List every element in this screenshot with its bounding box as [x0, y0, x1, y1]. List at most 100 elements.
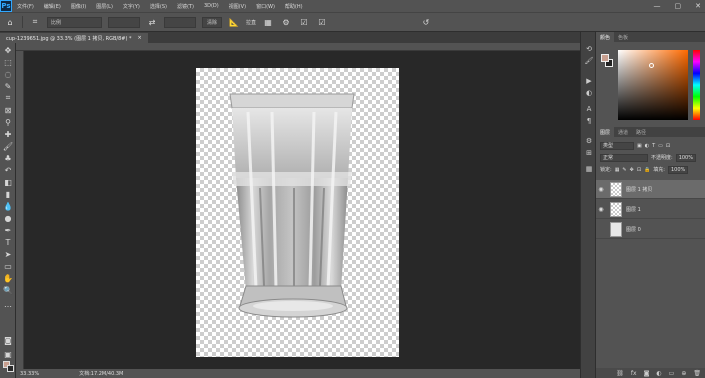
- brush-tool-icon[interactable]: 🖌: [2, 141, 14, 151]
- new-adjustment-icon[interactable]: ◐: [656, 370, 661, 377]
- quick-mask-icon[interactable]: ◙: [2, 335, 14, 345]
- paragraph-panel-icon[interactable]: ¶: [584, 116, 594, 126]
- zoom-level[interactable]: 33.33%: [20, 371, 39, 377]
- color-panel-foreground-swatch[interactable]: [601, 54, 609, 62]
- lock-position-icon[interactable]: ✥: [630, 167, 634, 173]
- clone-stamp-tool-icon[interactable]: ♣: [2, 153, 14, 163]
- clear-button[interactable]: 清除: [202, 16, 222, 28]
- menu-3d[interactable]: 3D(D): [199, 3, 224, 9]
- grid-overlay-icon[interactable]: ▦: [262, 16, 274, 28]
- minimize-button[interactable]: —: [654, 2, 661, 10]
- crop-tool-icon[interactable]: ⌗: [2, 93, 14, 103]
- zoom-tool-icon[interactable]: 🔍: [2, 285, 14, 295]
- dodge-tool-icon[interactable]: ●: [2, 213, 14, 223]
- tab-channels[interactable]: 通道: [614, 127, 632, 137]
- lock-pixels-icon[interactable]: ▦: [615, 167, 620, 173]
- history-brush-tool-icon[interactable]: ↶: [2, 165, 14, 175]
- frame-tool-icon[interactable]: ⊠: [2, 105, 14, 115]
- tab-paths[interactable]: 路径: [632, 127, 650, 137]
- reset-icon[interactable]: ↺: [420, 16, 432, 28]
- path-select-tool-icon[interactable]: ➤: [2, 249, 14, 259]
- tab-swatches[interactable]: 色板: [614, 32, 632, 42]
- layer-name[interactable]: 图层 1: [626, 206, 641, 213]
- add-mask-icon[interactable]: ◙: [644, 370, 650, 377]
- close-button[interactable]: ✕: [695, 2, 701, 10]
- menu-window[interactable]: 窗口(W): [251, 3, 280, 10]
- adjustments-icon[interactable]: ◐: [584, 88, 594, 98]
- settings-gear-icon[interactable]: ⚙: [280, 16, 292, 28]
- layer-name[interactable]: 图层 0: [626, 226, 641, 233]
- height-input[interactable]: [164, 16, 196, 28]
- filter-shape-icon[interactable]: ▭: [658, 143, 663, 149]
- filter-adjust-icon[interactable]: ◐: [645, 143, 649, 149]
- marquee-tool-icon[interactable]: ⬚: [2, 57, 14, 67]
- fill-input[interactable]: 100%: [667, 165, 689, 174]
- filter-smart-icon[interactable]: ⊡: [666, 143, 670, 149]
- eyedropper-tool-icon[interactable]: ⚲: [2, 117, 14, 127]
- move-tool-icon[interactable]: ✥: [2, 45, 14, 55]
- type-tool-icon[interactable]: T: [2, 237, 14, 247]
- home-icon[interactable]: ⌂: [4, 16, 16, 28]
- properties-icon[interactable]: ⚙: [584, 136, 594, 146]
- layer-filter-select[interactable]: 类型: [600, 141, 634, 150]
- color-picker-field[interactable]: [618, 50, 688, 120]
- layer-name[interactable]: 图层 1 拷贝: [626, 186, 652, 193]
- straighten-icon[interactable]: 📐: [228, 16, 240, 28]
- menu-layer[interactable]: 图层(L): [91, 3, 118, 10]
- filter-type-icon[interactable]: T: [652, 143, 655, 149]
- layer-style-icon[interactable]: fx: [631, 370, 637, 377]
- menu-edit[interactable]: 编辑(E): [39, 3, 66, 10]
- layer-row-layer0[interactable]: 图层 0: [596, 220, 705, 239]
- screen-mode-icon[interactable]: ▣: [2, 349, 14, 359]
- ratio-select[interactable]: 比例: [47, 16, 102, 28]
- crop-tool-icon[interactable]: ⌗: [29, 16, 41, 28]
- document-canvas[interactable]: [196, 68, 399, 357]
- libraries-icon[interactable]: ⊞: [584, 148, 594, 158]
- blend-mode-select[interactable]: 正常: [600, 153, 648, 162]
- tab-layers[interactable]: 图层: [596, 127, 615, 137]
- character-panel-icon[interactable]: A: [584, 104, 594, 114]
- new-group-icon[interactable]: ▭: [669, 370, 675, 377]
- delete-layer-icon[interactable]: 🗑: [693, 370, 701, 377]
- lasso-tool-icon[interactable]: ◌: [2, 69, 14, 79]
- hand-tool-icon[interactable]: ✋: [2, 273, 14, 283]
- lock-all-icon[interactable]: 🔒: [644, 167, 650, 173]
- menu-view[interactable]: 视图(V): [224, 3, 251, 10]
- shape-tool-icon[interactable]: ▭: [2, 261, 14, 271]
- canvas-workspace[interactable]: [24, 51, 580, 369]
- content-aware-checkbox[interactable]: ☑: [316, 16, 328, 28]
- quick-select-tool-icon[interactable]: ✎: [2, 81, 14, 91]
- actions-panel-icon[interactable]: ▶: [584, 76, 594, 86]
- lock-paint-icon[interactable]: ✎: [622, 167, 626, 173]
- delete-cropped-checkbox[interactable]: ☑: [298, 16, 310, 28]
- healing-brush-tool-icon[interactable]: ✚: [2, 129, 14, 139]
- more-tools-icon[interactable]: …: [2, 299, 14, 309]
- brush-settings-icon[interactable]: 🖌: [584, 56, 594, 66]
- color-picker-cursor[interactable]: [649, 63, 654, 68]
- hue-slider[interactable]: [693, 50, 700, 120]
- gradient-tool-icon[interactable]: ▮: [2, 189, 14, 199]
- visibility-eye-icon[interactable]: ◉: [596, 206, 606, 213]
- menu-help[interactable]: 帮助(H): [280, 3, 308, 10]
- filter-pixel-icon[interactable]: ▣: [637, 143, 642, 149]
- menu-file[interactable]: 文件(F): [12, 3, 39, 10]
- width-input[interactable]: [108, 16, 140, 28]
- layer-row-layer1-copy[interactable]: ◉ 图层 1 拷贝: [596, 180, 705, 199]
- history-panel-icon[interactable]: ⟲: [584, 44, 594, 54]
- visibility-eye-icon[interactable]: ◉: [596, 186, 606, 193]
- swatches-icon[interactable]: ▦: [584, 164, 594, 174]
- eraser-tool-icon[interactable]: ◧: [2, 177, 14, 187]
- menu-image[interactable]: 图像(I): [66, 3, 91, 10]
- maximize-button[interactable]: ▢: [675, 2, 682, 10]
- layer-row-layer1[interactable]: ◉ 图层 1: [596, 200, 705, 219]
- opacity-input[interactable]: 100%: [675, 153, 696, 162]
- blur-tool-icon[interactable]: 💧: [2, 201, 14, 211]
- new-layer-icon[interactable]: ⊕: [681, 370, 686, 377]
- swap-icon[interactable]: ⇄: [146, 16, 158, 28]
- pen-tool-icon[interactable]: ✒: [2, 225, 14, 235]
- close-tab-icon[interactable]: ×: [138, 35, 142, 41]
- background-color-swatch[interactable]: [7, 365, 14, 372]
- menu-select[interactable]: 选择(S): [145, 3, 172, 10]
- link-layers-icon[interactable]: ⛓: [616, 370, 624, 377]
- menu-filter[interactable]: 滤镜(T): [172, 3, 199, 10]
